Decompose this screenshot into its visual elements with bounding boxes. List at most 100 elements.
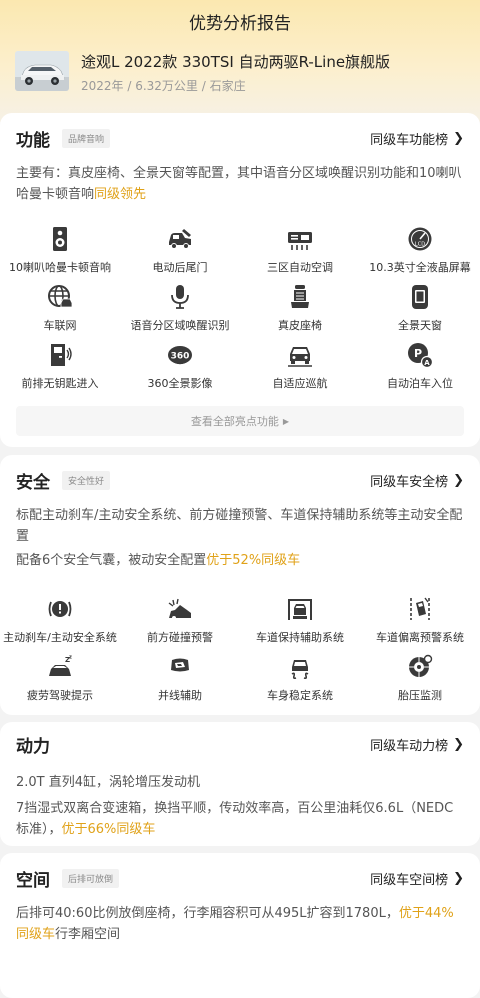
feature-label: 自适应巡航 <box>272 377 328 390</box>
safety-label: 疲劳驾驶提示 <box>27 689 93 702</box>
feature-lcd-screen[interactable]: LCD 10.3英寸全液晶屏幕 <box>360 226 480 284</box>
safety-rank-link-label: 同级车安全榜 <box>370 474 449 490</box>
safety-card-tag: 安全性好 <box>62 470 111 490</box>
safety-tire-pressure[interactable]: 胎压监测 <box>360 654 480 712</box>
view-all-label: 查看全部亮点功能 <box>190 415 279 428</box>
safety-label: 前方碰撞预警 <box>147 631 213 644</box>
feature-label: 10喇叭哈曼卡顿音响 <box>9 261 111 274</box>
auto-park-icon: PA <box>408 343 433 368</box>
ac-icon <box>288 232 312 250</box>
car-thumbnail[interactable] <box>15 51 69 91</box>
chevron-right-icon: ❯ <box>453 870 464 886</box>
safety-icon-grid: 主动刹车/主动安全系统 前方碰撞预警 车道保持辅助系统 车道偏离预警系统 Zz … <box>0 596 480 712</box>
lane-keep-icon <box>288 599 312 620</box>
microphone-icon <box>171 285 189 309</box>
function-desc-highlight: 同级领先 <box>94 187 147 202</box>
space-rank-link-label: 同级车空间榜 <box>370 872 449 888</box>
feature-panoramic-sunroof[interactable]: 全景天窗 <box>360 284 480 342</box>
feature-label: 10.3英寸全液晶屏幕 <box>369 261 471 274</box>
power-card-header: 动力 同级车动力榜 ❯ <box>16 731 464 757</box>
globe-car-icon <box>48 285 73 308</box>
feature-keyless-entry[interactable]: 前排无钥匙进入 <box>0 342 120 400</box>
esp-icon <box>291 660 309 680</box>
safety-blind-spot[interactable]: 并线辅助 <box>120 654 240 712</box>
feature-speaker[interactable]: 10喇叭哈曼卡顿音响 <box>0 226 120 284</box>
feature-connected-car[interactable]: 车联网 <box>0 284 120 342</box>
tire-pressure-icon <box>409 654 433 677</box>
feature-auto-parking[interactable]: PA 自动泊车入位 <box>360 342 480 400</box>
svg-text:P: P <box>414 347 422 360</box>
function-icon-grid: 10喇叭哈曼卡顿音响 电动后尾门 三区自动空调 LCD 10.3英寸全液晶屏幕 … <box>0 226 480 400</box>
keyless-door-icon <box>51 344 72 366</box>
safety-card-header: 安全 安全性好 同级车安全榜 ❯ <box>16 467 464 493</box>
feature-label: 真皮座椅 <box>278 319 322 332</box>
safety-lane-keep[interactable]: 车道保持辅助系统 <box>240 596 360 654</box>
feature-360-camera[interactable]: 360 360全景影像 <box>120 342 240 400</box>
feature-label: 自动泊车入位 <box>387 377 453 390</box>
safety-label: 胎压监测 <box>398 689 442 702</box>
feature-power-tailgate[interactable]: 电动后尾门 <box>120 226 240 284</box>
safety-desc-1: 标配主动刹车/主动安全系统、前方碰撞预警、车道保持辅助系统等主动安全配置 <box>16 508 463 544</box>
safety-card-title: 安全 <box>16 472 50 493</box>
feature-voice-zone[interactable]: 语音分区域唤醒识别 <box>120 284 240 342</box>
safety-label: 并线辅助 <box>158 689 202 702</box>
feature-tri-zone-ac[interactable]: 三区自动空调 <box>240 226 360 284</box>
power-desc-2: 7挡湿式双离合变速箱，换挡平顺，传动效率高，百公里油耗仅6.6L（NEDC标准）… <box>16 798 464 840</box>
blind-spot-icon <box>171 658 189 672</box>
safety-fatigue[interactable]: Zz 疲劳驾驶提示 <box>0 654 120 712</box>
svg-text:360: 360 <box>171 352 190 362</box>
space-card-header: 空间 后排可放倒 同级车空间榜 ❯ <box>16 865 464 891</box>
space-desc-suffix: 行李厢空间 <box>55 927 121 942</box>
feature-label: 车联网 <box>43 319 77 332</box>
safety-desc-highlight: 优于52%同级车 <box>206 553 301 568</box>
power-desc-1: 2.0T 直列4缸，涡轮增压发动机 <box>16 775 201 790</box>
brake-warning-icon <box>48 601 72 617</box>
view-all-features-button[interactable]: 查看全部亮点功能 ▶ <box>16 406 464 436</box>
svg-text:A: A <box>424 359 430 367</box>
svg-text:LCD: LCD <box>415 242 425 248</box>
function-desc: 主要有：真皮座椅、全景天窗等配置，其中语音分区域唤醒识别功能和10喇叭哈曼卡顿音… <box>16 163 464 205</box>
function-card-title: 功能 <box>16 130 50 151</box>
power-rank-link[interactable]: 同级车动力榜 ❯ <box>370 735 464 754</box>
report-header: 优势分析报告 途观L 2022款 330TSI 自动两驱R-Line旗舰版 20… <box>0 0 480 122</box>
function-rank-link[interactable]: 同级车功能榜 ❯ <box>370 129 464 148</box>
feature-label: 前排无钥匙进入 <box>21 377 99 390</box>
cruise-icon <box>288 347 312 367</box>
feature-adaptive-cruise[interactable]: 自适应巡航 <box>240 342 360 400</box>
space-card-title: 空间 <box>16 870 50 891</box>
fatigue-icon: Zz <box>49 655 72 676</box>
safety-desc-text: 配备6个安全气囊，被动安全配置 <box>16 553 207 568</box>
feature-label: 360全景影像 <box>147 377 213 390</box>
space-desc: 后排可40:60比例放倒座椅，行李厢容积可从495L扩容到1780L，优于44%… <box>16 903 464 945</box>
safety-esp[interactable]: 车身稳定系统 <box>240 654 360 712</box>
power-desc-highlight: 优于66%同级车 <box>61 822 156 837</box>
page-title: 优势分析报告 <box>189 14 291 34</box>
function-card-tag: 品牌音响 <box>62 128 111 148</box>
collision-warning-icon <box>168 598 191 620</box>
360-camera-icon: 360 <box>168 346 192 365</box>
space-card-tag: 后排可放倒 <box>62 868 120 888</box>
safety-label: 车道偏离预警系统 <box>376 631 464 644</box>
function-desc-text: 主要有：真皮座椅、全景天窗等配置，其中语音分区域唤醒识别功能和10喇叭哈曼卡顿音… <box>16 166 462 202</box>
power-rank-link-label: 同级车动力榜 <box>370 738 449 754</box>
feature-label: 语音分区域唤醒识别 <box>130 319 230 332</box>
safety-desc-2: 配备6个安全气囊，被动安全配置优于52%同级车 <box>16 550 464 571</box>
sunroof-icon <box>412 285 428 309</box>
feature-label: 电动后尾门 <box>152 261 208 274</box>
power-tailgate-icon <box>169 229 191 249</box>
function-card-header: 功能 品牌音响 同级车功能榜 ❯ <box>16 125 464 151</box>
safety-auto-brake[interactable]: 主动刹车/主动安全系统 <box>0 596 120 654</box>
space-desc-text: 后排可40:60比例放倒座椅，行李厢容积可从495L扩容到1780L， <box>16 906 399 921</box>
feature-leather-seat[interactable]: 真皮座椅 <box>240 284 360 342</box>
car-title: 途观L 2022款 330TSI 自动两驱R-Line旗舰版 <box>81 53 391 71</box>
safety-label: 主动刹车/主动安全系统 <box>3 631 117 644</box>
chevron-right-icon: ❯ <box>453 736 464 752</box>
feature-label: 全景天窗 <box>398 319 442 332</box>
safety-rank-link[interactable]: 同级车安全榜 ❯ <box>370 471 464 490</box>
space-card: 空间 后排可放倒 同级车空间榜 ❯ 后排可40:60比例放倒座椅，行李厢容积可从… <box>0 853 480 998</box>
power-card-title: 动力 <box>16 736 50 757</box>
safety-collision-warning[interactable]: 前方碰撞预警 <box>120 596 240 654</box>
triangle-right-icon: ▶ <box>282 416 290 426</box>
space-rank-link[interactable]: 同级车空间榜 ❯ <box>370 869 464 888</box>
safety-lane-departure[interactable]: 车道偏离预警系统 <box>360 596 480 654</box>
